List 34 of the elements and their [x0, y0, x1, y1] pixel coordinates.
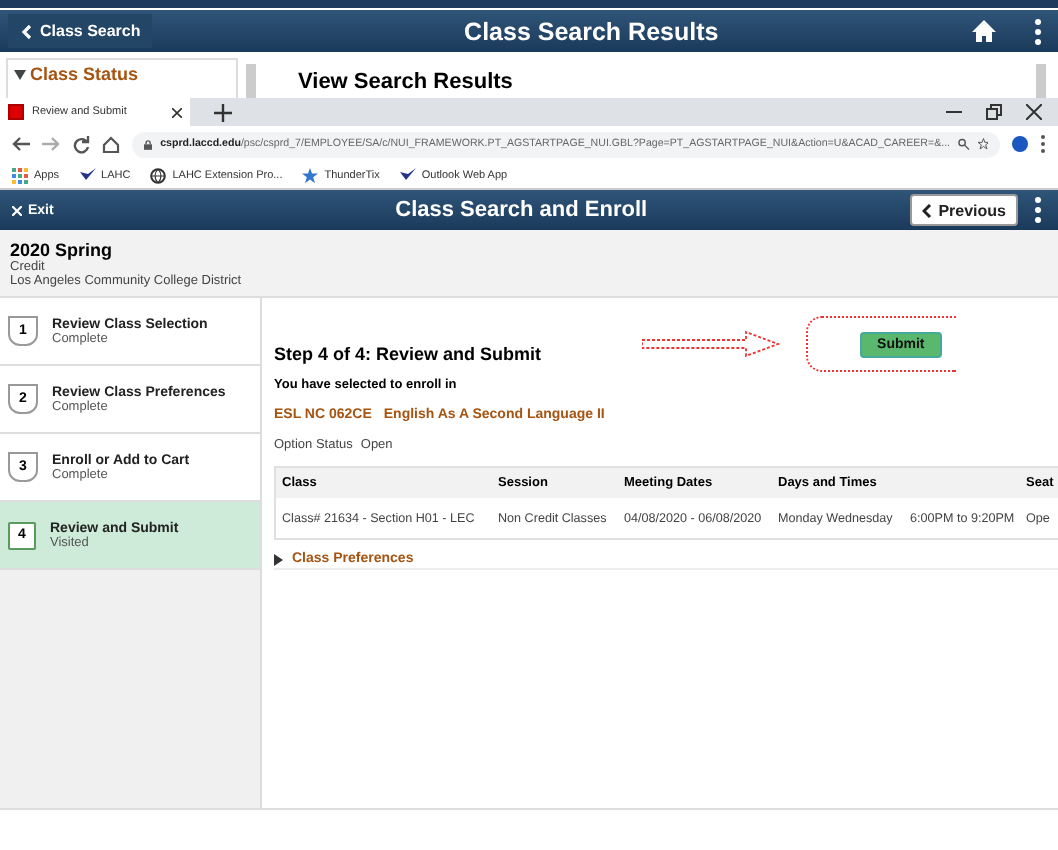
back-arrow-icon[interactable] — [12, 136, 30, 152]
restore-icon[interactable] — [986, 104, 1002, 120]
lock-icon — [144, 137, 153, 151]
close-icon — [12, 205, 22, 215]
bird-logo-icon — [399, 167, 416, 183]
star-icon[interactable] — [977, 136, 988, 152]
chevron-left-icon — [20, 23, 32, 39]
zoom-icon[interactable] — [958, 136, 970, 152]
annotation-arrow — [641, 326, 782, 362]
profile-avatar[interactable] — [1012, 136, 1028, 152]
more-icon[interactable] — [1034, 17, 1042, 45]
apps-grid-icon — [12, 167, 28, 183]
page-title: Class Search and Enroll — [393, 198, 650, 222]
chevron-left-icon — [922, 203, 933, 217]
term-name: 2020 Spring — [10, 239, 115, 259]
results-heading: View Search Results — [298, 70, 513, 94]
new-tab-icon[interactable] — [214, 103, 232, 121]
more-icon[interactable] — [1040, 134, 1046, 154]
favicon-icon — [8, 104, 24, 120]
close-icon[interactable] — [1026, 104, 1042, 120]
home-icon[interactable] — [102, 135, 120, 153]
caret-icon — [274, 553, 284, 565]
page-title: Class Search Results — [462, 17, 721, 45]
back-button[interactable]: Class Search — [8, 14, 153, 48]
bird-logo-icon — [79, 167, 96, 183]
reload-icon[interactable] — [72, 135, 90, 153]
class-status-toggle[interactable]: Class Status — [14, 64, 236, 84]
star-shape-icon — [302, 167, 319, 183]
close-tab-icon[interactable] — [172, 107, 182, 117]
step-heading: Step 4 of 4: Review and Submit — [274, 344, 542, 364]
more-icon[interactable] — [1034, 196, 1042, 224]
home-icon[interactable] — [970, 18, 998, 44]
previous-button[interactable]: Previous — [910, 194, 1018, 226]
globe-icon — [150, 167, 167, 183]
